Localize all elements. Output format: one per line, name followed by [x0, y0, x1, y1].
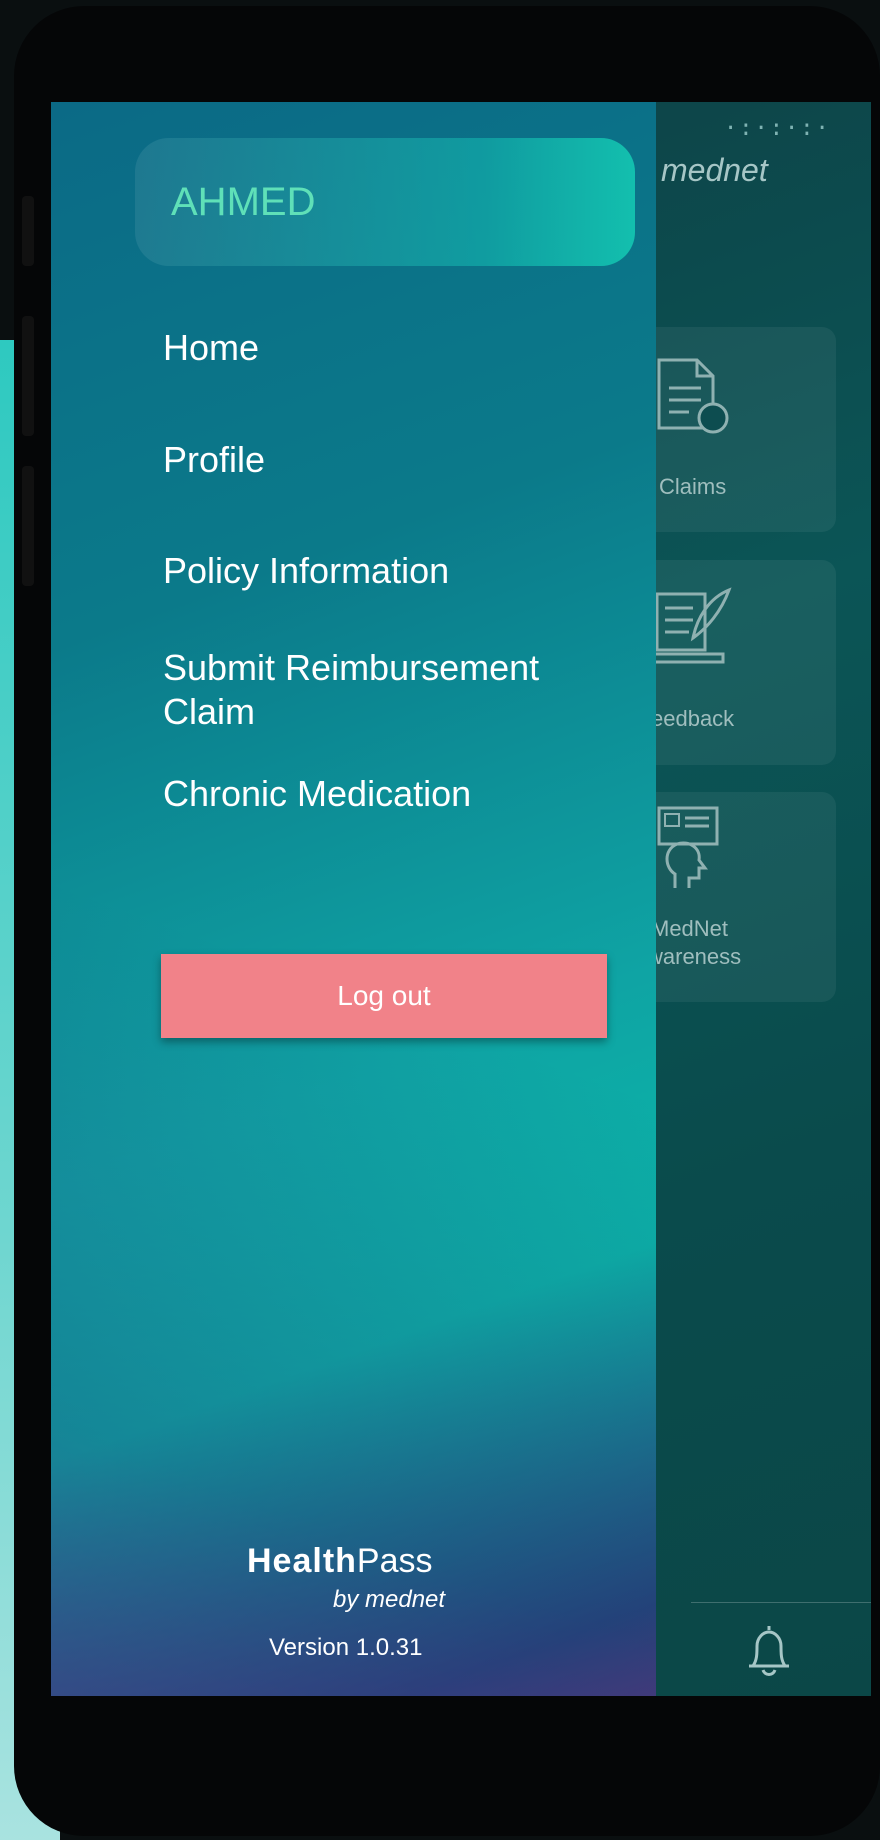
phone-side-button	[22, 316, 34, 436]
menu-item-policy-information[interactable]: Policy Information	[163, 549, 449, 593]
tile-label: MedNet	[651, 916, 729, 941]
healthpass-logo: HealthPass by mednet	[247, 1542, 445, 1613]
bottom-bar-divider	[691, 1602, 871, 1603]
menu-item-profile[interactable]: Profile	[163, 438, 265, 482]
navigation-drawer: AHMED Home Profile Policy Information Su…	[51, 102, 656, 1696]
brand-health: Health	[247, 1542, 357, 1580]
logout-button[interactable]: Log out	[161, 954, 607, 1038]
phone-frame: ·:·:·:· mednet Claims eedback MedNet war…	[14, 6, 880, 1836]
tile-label: eedback	[651, 706, 735, 731]
brand-pass: Pass	[356, 1542, 433, 1580]
awareness-head-icon	[657, 806, 719, 888]
mednet-logo-mark: ·:·:·:·	[724, 116, 831, 141]
app-version: Version 1.0.31	[269, 1634, 423, 1661]
phone-screen: ·:·:·:· mednet Claims eedback MedNet war…	[51, 102, 871, 1696]
menu-item-home[interactable]: Home	[163, 326, 259, 370]
menu-item-submit-reimbursement-claim[interactable]: Submit Reimbursement Claim	[163, 646, 623, 734]
phone-side-button	[22, 466, 34, 586]
feedback-quill-icon	[651, 587, 732, 664]
user-name: AHMED	[171, 180, 316, 224]
mednet-logo: mednet	[661, 152, 768, 188]
bell-icon[interactable]	[741, 1622, 797, 1682]
phone-side-button	[22, 196, 34, 266]
menu-item-chronic-medication[interactable]: Chronic Medication	[163, 772, 471, 816]
brand-byline: by mednet	[333, 1586, 446, 1613]
tile-label: Claims	[659, 474, 727, 499]
tile-label: wareness	[647, 944, 742, 969]
claims-document-icon	[657, 358, 729, 434]
